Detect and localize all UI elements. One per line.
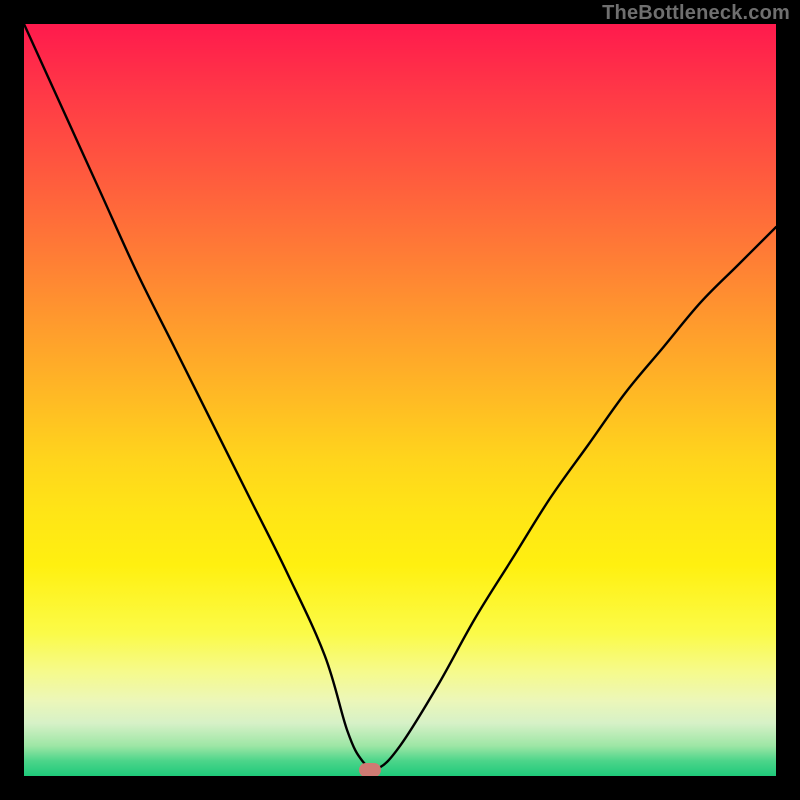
optimal-point-marker <box>359 763 381 776</box>
watermark-text: TheBottleneck.com <box>602 2 790 25</box>
plot-area <box>24 24 776 776</box>
bottleneck-curve <box>24 24 776 776</box>
chart-frame: TheBottleneck.com <box>0 0 800 800</box>
